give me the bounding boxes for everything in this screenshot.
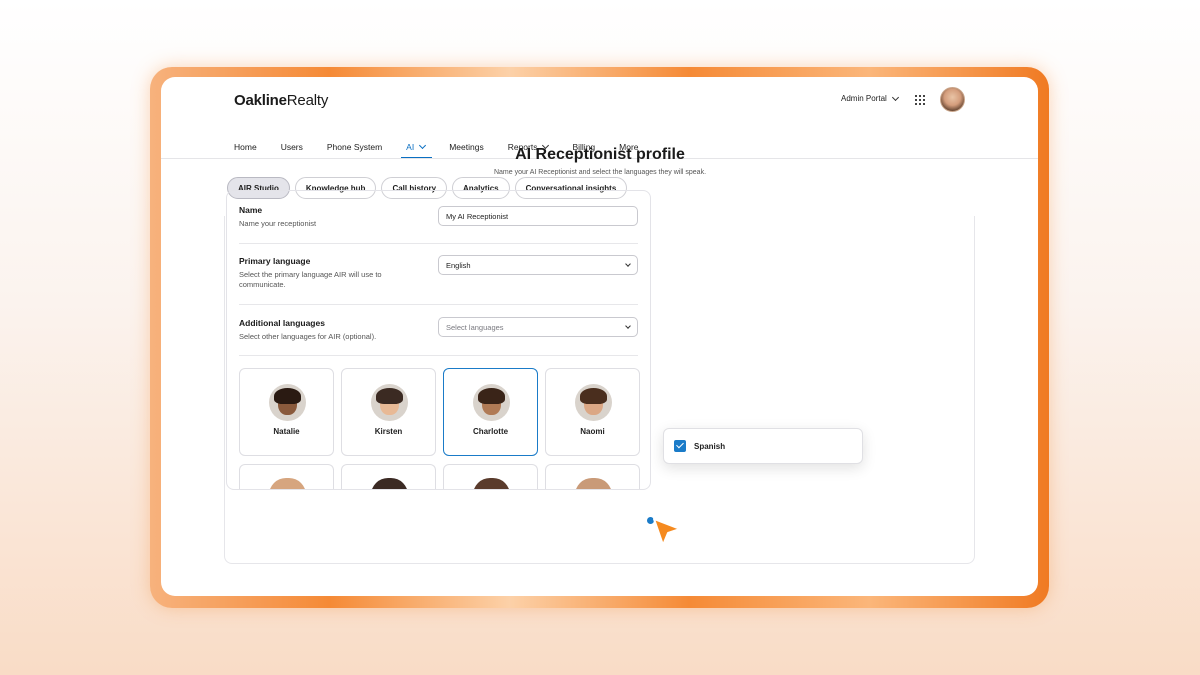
chevron-down-icon xyxy=(625,322,631,329)
chevron-down-icon xyxy=(625,260,631,267)
divider xyxy=(239,243,638,244)
name-input[interactable]: My AI Receptionist xyxy=(438,206,638,226)
name-label: Name xyxy=(239,205,263,215)
persona-name: Natalie xyxy=(273,427,300,436)
dropdown-option-label[interactable]: Spanish xyxy=(694,442,725,451)
name-help: Name your receptionist xyxy=(239,219,317,228)
admin-portal-menu[interactable]: Admin Portal xyxy=(841,93,899,103)
spanish-checkbox[interactable] xyxy=(674,440,686,452)
persona-card[interactable] xyxy=(443,464,538,489)
persona-avatar xyxy=(371,384,408,421)
persona-avatar xyxy=(575,384,612,421)
divider xyxy=(239,304,638,305)
additional-languages-label: Additional languages xyxy=(239,318,325,328)
persona-card-naomi[interactable]: Naomi xyxy=(545,368,640,456)
page-subtitle: Name your AI Receptionist and select the… xyxy=(493,169,707,176)
divider xyxy=(239,355,638,356)
additional-languages-select[interactable]: Select languages xyxy=(438,317,638,337)
persona-avatar xyxy=(269,478,306,489)
persona-card[interactable] xyxy=(545,464,640,489)
persona-avatar xyxy=(473,478,510,489)
persona-avatar xyxy=(371,478,408,489)
chevron-down-icon xyxy=(891,93,899,101)
pointer-cursor-icon xyxy=(653,518,681,546)
persona-name: Charlotte xyxy=(472,427,509,436)
apps-grid-icon[interactable] xyxy=(915,95,925,105)
languages-dropdown: Spanish xyxy=(663,428,863,464)
brand-logo: OaklineRealty xyxy=(234,92,329,109)
user-avatar[interactable] xyxy=(940,87,965,112)
primary-language-help: Select the primary language AIR will use… xyxy=(239,270,382,289)
persona-card[interactable] xyxy=(239,464,334,489)
profile-form: Name Name your receptionist My AI Recept… xyxy=(226,190,651,490)
admin-portal-label: Admin Portal xyxy=(841,94,887,103)
persona-avatar xyxy=(575,478,612,489)
page-title: AI Receptionist profile xyxy=(515,146,685,163)
persona-avatar xyxy=(473,384,510,421)
persona-card[interactable] xyxy=(341,464,436,489)
persona-card-natalie[interactable]: Natalie xyxy=(239,368,334,456)
primary-language-select[interactable]: English xyxy=(438,255,638,275)
persona-card-kirsten[interactable]: Kirsten xyxy=(341,368,436,456)
persona-name: Naomi xyxy=(580,427,605,436)
persona-card-charlotte[interactable]: Charlotte xyxy=(443,368,538,456)
persona-name: Kirsten xyxy=(374,427,403,436)
persona-avatar xyxy=(269,384,306,421)
primary-language-label: Primary language xyxy=(239,256,311,266)
additional-languages-help: Select other languages for AIR (optional… xyxy=(239,332,377,341)
